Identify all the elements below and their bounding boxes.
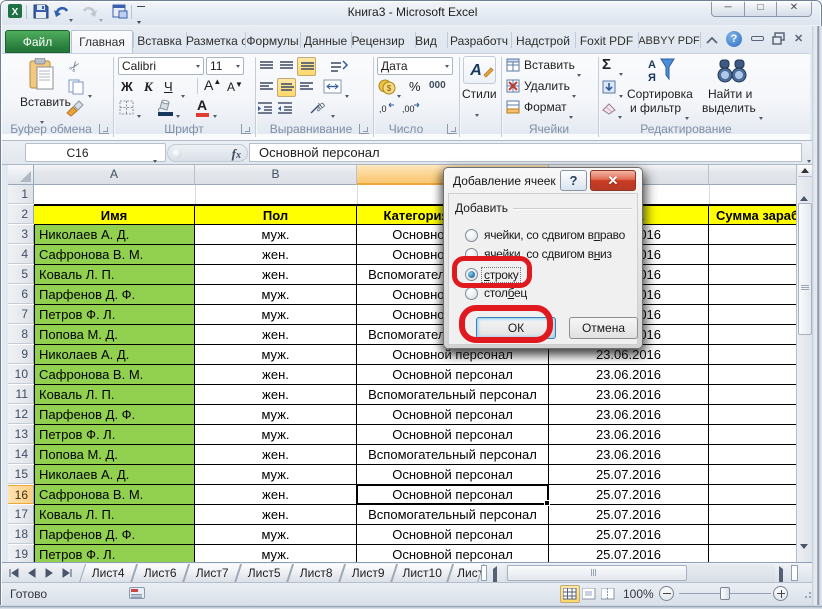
- svg-text:ab: ab: [313, 100, 327, 114]
- svg-text:А: А: [469, 62, 482, 79]
- svg-text:А: А: [648, 59, 656, 71]
- svg-text:,0: ,0: [379, 104, 387, 114]
- svg-text:X: X: [12, 7, 19, 18]
- svg-text:$: $: [387, 84, 392, 93]
- svg-text:Я: Я: [648, 72, 656, 84]
- svg-text:,00: ,00: [402, 104, 415, 114]
